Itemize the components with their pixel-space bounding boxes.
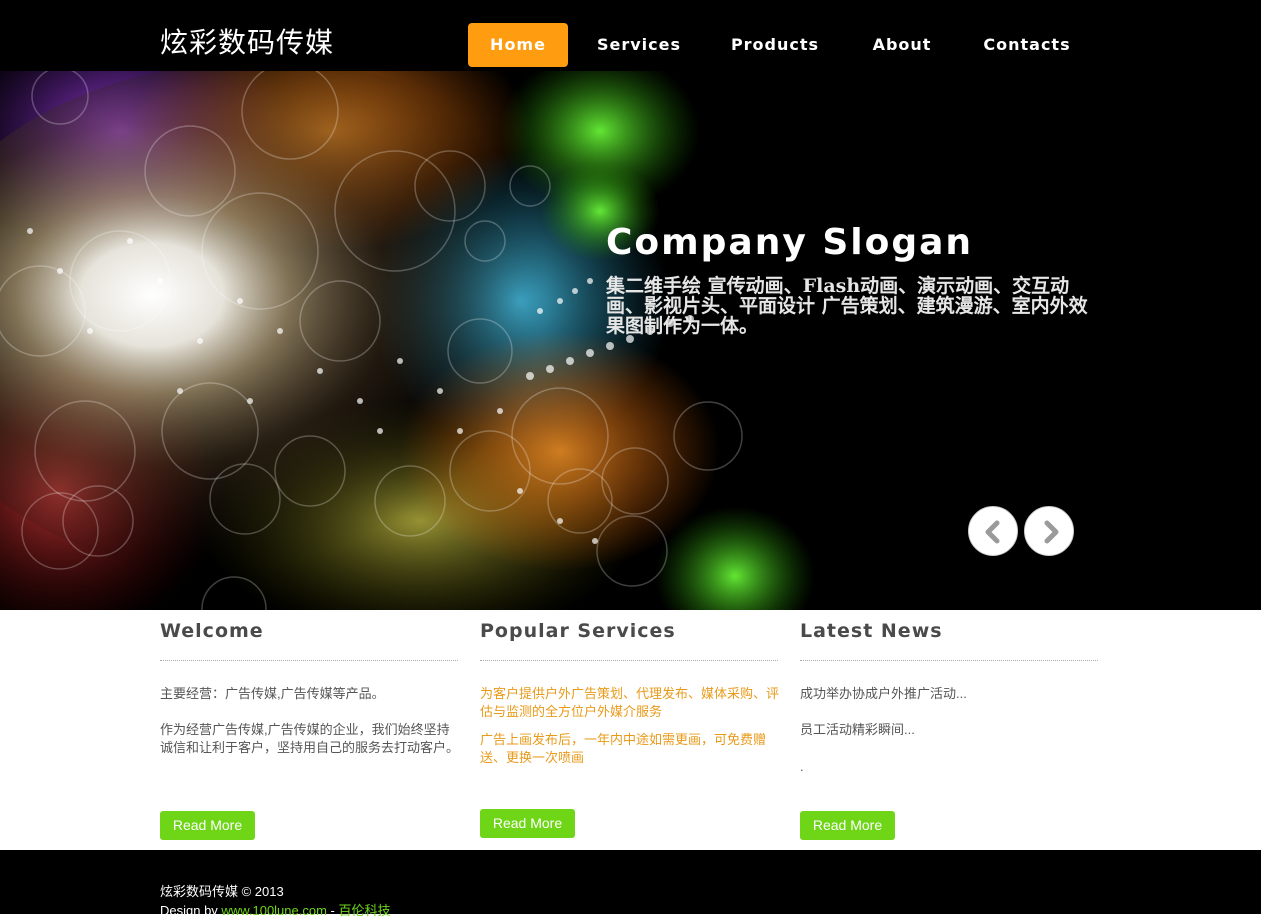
news-item: . <box>800 759 804 774</box>
footer: 炫彩数码传媒 © 2013 Design by www.100lune.com … <box>0 850 1261 918</box>
services-text-2[interactable]: 广告上画发布后，一年内中途如需更画，可免费赠送、更换一次喷画 <box>480 731 770 767</box>
welcome-text-2: 作为经营广告传媒,广告传媒的企业，我们始终坚持诚信和让利于客户，坚持用自己的服务… <box>160 722 460 755</box>
services-text-1[interactable]: 为客户提供户外广告策划、代理发布、媒体采购、评估与监测的全方位户外媒介服务 <box>480 685 780 721</box>
header: 炫彩数码传媒 Home Services Products About Cont… <box>0 0 1261 71</box>
divider <box>800 660 1098 661</box>
nav-home[interactable]: Home <box>468 23 568 67</box>
divider <box>160 660 458 661</box>
welcome-read-more-button[interactable]: Read More <box>160 811 255 840</box>
main-nav: Home Services Products About Contacts <box>468 23 1090 67</box>
footer-design-by: Design by <box>160 903 222 918</box>
news-item[interactable]: 成功举办协成户外推广活动... <box>800 685 1100 703</box>
footer-copyright: 炫彩数码传媒 © 2013 <box>160 884 284 899</box>
hero-slogan: Company Slogan <box>606 222 974 263</box>
welcome-title: Welcome <box>160 620 264 642</box>
news-item[interactable]: 员工活动精彩瞬间... <box>800 721 1100 739</box>
news-read-more-button[interactable]: Read More <box>800 811 895 840</box>
nav-about[interactable]: About <box>840 23 964 67</box>
divider <box>480 660 778 661</box>
nav-services[interactable]: Services <box>568 23 710 67</box>
hero-slider: Company Slogan 集二维手绘 宣传动画、Flash动画、演示动画、交… <box>0 71 1261 610</box>
slider-next-button[interactable] <box>1024 506 1074 556</box>
footer-separator: - <box>326 903 339 918</box>
nav-contacts[interactable]: Contacts <box>964 23 1090 67</box>
services-read-more-button[interactable]: Read More <box>480 809 575 838</box>
footer-link-site[interactable]: www.100lune.com <box>221 903 327 918</box>
welcome-text-1: 主要经营：广告传媒,广告传媒等产品。 <box>160 686 385 701</box>
footer-credits: Design by www.100lune.com - 百伦科技 <box>160 900 391 919</box>
news-title: Latest News <box>800 620 943 642</box>
services-title: Popular Services <box>480 620 676 642</box>
hero-description: 集二维手绘 宣传动画、Flash动画、演示动画、交互动画、影视片头、平面设计 广… <box>606 275 1088 337</box>
slider-prev-button[interactable] <box>968 506 1018 556</box>
chevron-right-icon <box>1044 520 1059 544</box>
chevron-left-icon <box>985 520 1000 544</box>
nav-products[interactable]: Products <box>710 23 840 67</box>
footer-link-company[interactable]: 百伦科技 <box>338 903 390 918</box>
site-logo[interactable]: 炫彩数码传媒 <box>160 24 334 62</box>
